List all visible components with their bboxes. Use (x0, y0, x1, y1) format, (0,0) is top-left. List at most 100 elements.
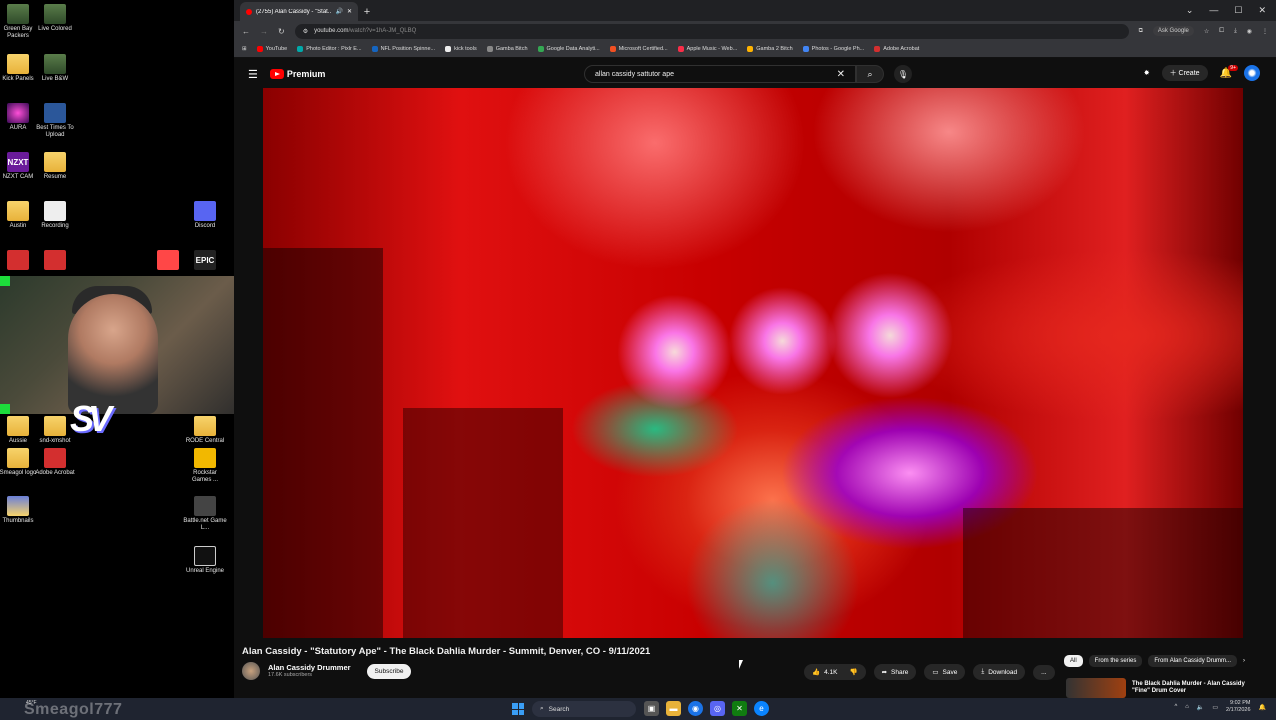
bookmark-item[interactable]: Microsoft Certified... (609, 46, 668, 52)
xbox-icon[interactable]: ✕ (732, 701, 747, 716)
bookmark-star-icon[interactable]: ☆ (1204, 28, 1209, 35)
chrome-icon[interactable]: ◉ (688, 701, 703, 716)
bookmark-item[interactable]: Apple Music - Web... (677, 46, 737, 52)
youtube-logo[interactable]: Premium (269, 69, 325, 79)
create-button[interactable]: ＋ Create (1161, 65, 1208, 81)
save-button[interactable]: ▭ Save (924, 664, 966, 680)
channel-name[interactable]: Alan Cassidy Drummer (268, 663, 351, 672)
notification-center-icon[interactable]: 🔔 (1259, 704, 1266, 711)
cast-icon[interactable]: ✸ (1144, 69, 1150, 77)
speaker-icon[interactable]: 🔊 (335, 8, 342, 15)
bookmark-item[interactable]: Adobe Acrobat (874, 46, 919, 52)
reload-icon[interactable]: ↻ (278, 27, 285, 36)
video-actions: 👍 4.1K 👎 ➦ Share ▭ Save ⤓ Download ... (804, 664, 1055, 680)
volume-icon[interactable]: 🔈 (1197, 704, 1204, 711)
tab-search-icon[interactable]: ⌄ (1186, 5, 1194, 16)
chip-all[interactable]: All (1064, 655, 1083, 667)
rec-thumbnail (1066, 678, 1126, 698)
bookmark-item[interactable]: Photo Editor : Pixlr E... (297, 46, 362, 52)
recommended-video[interactable]: The Black Dahlia Murder - Alan Cassidy "… (1066, 678, 1252, 698)
menu-icon[interactable]: ⋮ (1262, 28, 1268, 35)
address-bar[interactable]: ⚙ youtube.com/watch?v=1hA-JM_QLBQ (294, 23, 1129, 39)
window-controls: ⌄ — ☐ ✕ (1176, 5, 1276, 21)
apps-grid-icon[interactable]: ⊞ (242, 46, 247, 52)
desktop-icon[interactable]: Recording (33, 201, 77, 230)
clock[interactable]: 9:02 PM 2/17/2026 (1226, 700, 1250, 714)
minimize-button[interactable]: — (1209, 5, 1218, 16)
bookmark-item[interactable]: Photos - Google Ph... (802, 46, 864, 52)
video-player[interactable] (263, 88, 1243, 638)
bookmark-item[interactable]: YouTube (256, 46, 287, 52)
ask-google-button[interactable]: Ask Google (1152, 26, 1194, 36)
search-icon: ⌕ (867, 68, 873, 79)
desktop-icon[interactable]: Adobe Acrobat (33, 448, 77, 477)
desktop-icon[interactable]: Unreal Engine (183, 546, 227, 575)
bookmark-label: NFL Position Spinne... (380, 46, 436, 52)
tab-youtube[interactable]: (2755) Alan Cassidy - "Stat... 🔊 ✕ (240, 2, 358, 21)
maximize-button[interactable]: ☐ (1234, 5, 1242, 16)
thumbs-down-icon[interactable]: 👎 (849, 668, 857, 676)
chip-from-channel[interactable]: From Alan Cassidy Drumm... (1148, 655, 1238, 667)
battery-icon[interactable]: ▭ (1212, 704, 1218, 711)
download-button[interactable]: ⤓ Download (973, 664, 1026, 680)
chip-from-series[interactable]: From the series (1088, 655, 1143, 667)
desktop-icon[interactable]: EPIC (183, 250, 227, 272)
task-view-icon[interactable]: ▣ (644, 701, 659, 716)
channel-avatar[interactable] (242, 662, 260, 680)
subscribe-button[interactable]: Subscribe (366, 663, 412, 679)
bookmark-item[interactable]: Gamba Bitch (486, 46, 528, 52)
bookmark-item[interactable]: Gamba 2 Bitch (747, 46, 793, 52)
close-window-button[interactable]: ✕ (1258, 5, 1266, 16)
extensions-icon[interactable]: ⧠ (1219, 28, 1224, 35)
desktop-icon[interactable]: Resume (33, 152, 77, 181)
desktop-icon[interactable]: Best Times To Upload (33, 103, 77, 139)
desktop-icon[interactable] (33, 250, 77, 272)
like-button[interactable]: 👍 4.1K 👎 (804, 664, 866, 680)
discord-taskbar-icon[interactable]: ◎ (710, 701, 725, 716)
desktop-icon[interactable]: Discord (183, 201, 227, 230)
share-button[interactable]: ➦ Share (873, 664, 917, 680)
desktop-icon[interactable]: Thumbnails (0, 496, 40, 525)
bookmark-favicon-icon (297, 46, 304, 52)
site-info-icon[interactable]: ⚙ (303, 28, 308, 35)
voice-search-button[interactable]: 🎙 (894, 65, 912, 83)
desktop-icon[interactable]: Rockstar Games ... (183, 448, 227, 484)
windows-start-icon[interactable] (512, 703, 524, 715)
desktop-icon[interactable]: Live B&W (33, 54, 77, 83)
file-explorer-icon[interactable]: ▬ (666, 701, 681, 716)
clear-search-icon[interactable]: ✕ (837, 69, 845, 80)
back-icon[interactable]: ← (242, 27, 250, 36)
forward-icon[interactable]: → (260, 27, 268, 36)
taskbar-search[interactable]: ⌕ Search (532, 701, 636, 717)
toolbar-actions: ⧉ Ask Google ☆ ⧠ ⤓ ◉ ⋮ (1139, 26, 1268, 36)
tab-close-icon[interactable]: ✕ (347, 8, 352, 15)
recommendation-chips: All From the series From Alan Cassidy Dr… (1064, 655, 1245, 667)
chevron-up-icon[interactable]: ^ (1174, 704, 1177, 710)
profile-icon[interactable]: ◉ (1247, 28, 1252, 35)
youtube-header: ☰ Premium allan cassidy sattutor ape ✕ ⌕… (234, 60, 1276, 88)
more-actions-button[interactable]: ... (1033, 664, 1055, 680)
new-tab-button[interactable]: + (358, 6, 376, 21)
account-avatar[interactable] (1244, 65, 1260, 81)
desktop-icon[interactable]: Live Colored (33, 4, 77, 33)
bookmark-item[interactable]: NFL Position Spinne... (371, 46, 436, 52)
search-button[interactable]: ⌕ (856, 65, 884, 83)
bookmark-item[interactable]: kick tools (445, 46, 477, 52)
notifications-bell-icon[interactable]: 🔔 9+ (1220, 64, 1238, 79)
browser-toolbar: ← → ↻ ⚙ youtube.com/watch?v=1hA-JM_QLBQ … (234, 21, 1276, 41)
install-icon[interactable]: ⧉ (1139, 28, 1143, 35)
share-icon: ➦ (881, 669, 888, 676)
search-input[interactable]: allan cassidy sattutor ape ✕ (584, 65, 856, 83)
desktop-icon[interactable]: Battle.net Game L... (183, 496, 227, 532)
hamburger-menu-icon[interactable]: ☰ (248, 68, 258, 81)
taskbar-apps: ▣ ▬ ◉ ◎ ✕ e (644, 701, 769, 716)
downloads-icon[interactable]: ⤓ (1234, 28, 1237, 35)
desktop-icon[interactable]: RODE Central (183, 416, 227, 445)
pdf-icon (7, 250, 29, 270)
chevron-right-icon[interactable]: › (1243, 658, 1245, 664)
network-icon[interactable]: ⌂ (1185, 704, 1189, 710)
bookmark-item[interactable]: Google Data Analyti... (537, 46, 600, 52)
edge-icon[interactable]: e (754, 701, 769, 716)
bookmark-label: Gamba 2 Bitch (756, 46, 793, 52)
save-label: Save (942, 668, 958, 676)
